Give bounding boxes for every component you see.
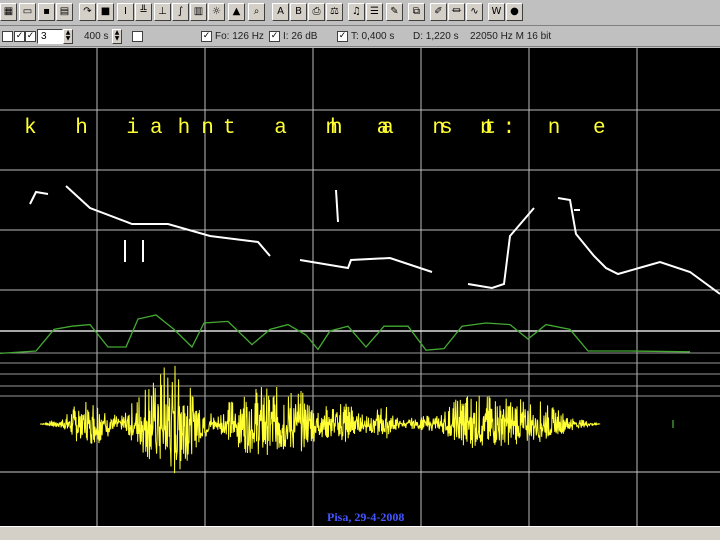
status-bar: ✓ ✓ 3 ▲ ▼ 400 s ▲ ▼ ✓ Fo: 126 Hz ✓ I: 26 d…: [0, 27, 720, 47]
pitch-contour-segment: [557, 197, 720, 295]
phonetic-transcription: k h i ha nt a n ah a n t s ɒ: n e: [0, 114, 720, 148]
channel-spinner[interactable]: 3: [37, 29, 63, 44]
label-a-icon[interactable]: A: [272, 3, 289, 21]
phonetic-segment: ɒ: n e: [480, 117, 616, 140]
cursor-icon[interactable]: I: [117, 3, 134, 21]
scale-icon[interactable]: ⚖: [326, 3, 343, 21]
f0-checkbox[interactable]: ✓: [201, 31, 212, 42]
hat-icon[interactable]: ▲: [228, 3, 245, 21]
open-file-icon[interactable]: ▭: [19, 3, 36, 21]
pitch-curve-icon[interactable]: ∫: [172, 3, 189, 21]
f0-readout: Fo: 126 Hz: [215, 31, 264, 42]
stop-icon[interactable]: ■: [97, 3, 114, 21]
time-scale-arrows[interactable]: ▲ ▼: [112, 29, 122, 44]
spinner-arrows[interactable]: ▲ ▼: [63, 29, 73, 44]
wave-icon[interactable]: ∿: [466, 3, 483, 21]
checkbox-2[interactable]: ✓: [14, 31, 25, 42]
color-icon[interactable]: ●: [506, 3, 523, 21]
copy-icon[interactable]: ⧉: [408, 3, 425, 21]
settings-icon[interactable]: ☼: [208, 3, 225, 21]
toolbar: ▦ ▭ ▪ ▤ ↷ ■ I ╩ ⊥ ∫ ▥ ☼ ▲ ⌕ A B ⎙ ⚖ ♫ ☰ ✎ ⧉ ✐ ⏛ ∿ W ●: [0, 0, 720, 26]
grid-view-icon[interactable]: ▦: [0, 3, 17, 21]
pitch-contour-segment: [467, 207, 535, 290]
spectrum-icon[interactable]: ▥: [190, 3, 207, 21]
edit-icon[interactable]: ✎: [386, 3, 403, 21]
level-checkbox[interactable]: ✓: [269, 31, 280, 42]
note-icon[interactable]: ♫: [348, 3, 365, 21]
phonetic-segment: a n: [150, 117, 227, 140]
caption: Pisa, 29-4-2008: [327, 510, 405, 524]
waveform-view-icon[interactable]: W: [488, 3, 505, 21]
pitch-mark: [335, 189, 339, 223]
zoom-icon[interactable]: ⌕: [248, 3, 265, 21]
level-readout: I: 26 dB: [283, 31, 318, 42]
time-scale-value: 400 s: [84, 31, 109, 42]
print-icon[interactable]: ▤: [56, 3, 73, 21]
list-icon[interactable]: ☰: [366, 3, 383, 21]
printer-icon[interactable]: ⎙: [308, 3, 325, 21]
segment-icon[interactable]: ⊥: [154, 3, 171, 21]
label-b-icon[interactable]: B: [290, 3, 307, 21]
pen-icon[interactable]: ✐: [430, 3, 447, 21]
filter-icon[interactable]: ⏛: [448, 3, 465, 21]
waveform: [40, 365, 601, 474]
checkbox-3[interactable]: ✓: [25, 31, 36, 42]
time-checkbox[interactable]: ✓: [337, 31, 348, 42]
pitch-marker-icon[interactable]: ╩: [135, 3, 152, 21]
pitch-contour-segment: [299, 256, 433, 273]
record-icon[interactable]: ↷: [79, 3, 96, 21]
save-icon[interactable]: ▪: [38, 3, 55, 21]
phonetic-segment: s: [440, 117, 453, 140]
checkbox-4[interactable]: [132, 31, 143, 42]
intensity-curve: [0, 314, 691, 355]
checkbox-1[interactable]: [2, 31, 13, 42]
time-readout: T: 0,400 s: [351, 31, 395, 42]
pitch-contour-segment: [29, 190, 49, 205]
sample-info: 22050 Hz M 16 bit: [470, 31, 552, 42]
bottom-bar: [0, 526, 720, 540]
duration-readout: D: 1,220 s: [413, 31, 459, 42]
